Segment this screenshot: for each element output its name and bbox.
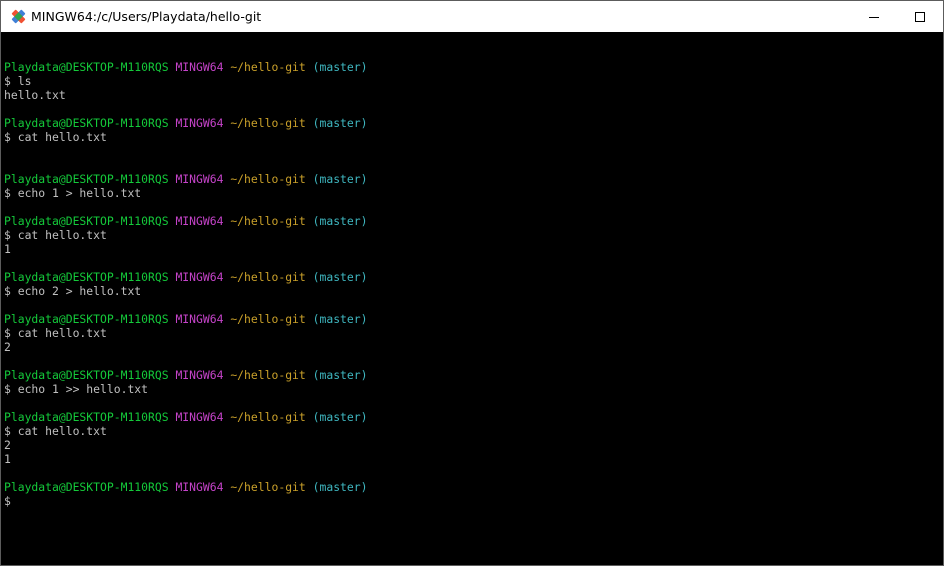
prompt-env: MINGW64 [175, 410, 224, 424]
prompt-line: Playdata@DESKTOP-M110RQS MINGW64 ~/hello… [4, 172, 368, 186]
prompt-branch: (master) [312, 312, 368, 326]
prompt-branch: (master) [312, 172, 368, 186]
prompt-branch: (master) [312, 60, 368, 74]
maximize-button[interactable] [897, 1, 943, 32]
prompt-branch: (master) [312, 480, 368, 494]
command-line: $ cat hello.txt [4, 228, 107, 242]
prompt-branch: (master) [312, 116, 368, 130]
prompt-line: Playdata@DESKTOP-M110RQS MINGW64 ~/hello… [4, 368, 368, 382]
prompt-path: ~/hello-git [230, 312, 306, 326]
prompt-user-host: Playdata@DESKTOP-M110RQS [4, 214, 169, 228]
prompt-branch: (master) [312, 410, 368, 424]
maximize-icon [915, 11, 925, 22]
prompt-user-host: Playdata@DESKTOP-M110RQS [4, 60, 169, 74]
title-bar[interactable]: MINGW64:/c/Users/Playdata/hello-git [1, 1, 943, 32]
terminal-area[interactable]: Playdata@DESKTOP-M110RQS MINGW64 ~/hello… [1, 32, 943, 565]
prompt-env: MINGW64 [175, 270, 224, 284]
prompt-line: Playdata@DESKTOP-M110RQS MINGW64 ~/hello… [4, 214, 368, 228]
prompt-env: MINGW64 [175, 214, 224, 228]
prompt-user-host: Playdata@DESKTOP-M110RQS [4, 410, 169, 424]
output-line: 1 [4, 242, 11, 256]
minimize-icon [869, 16, 879, 18]
prompt-user-host: Playdata@DESKTOP-M110RQS [4, 480, 169, 494]
prompt-env: MINGW64 [175, 312, 224, 326]
prompt-env: MINGW64 [175, 480, 224, 494]
prompt-path: ~/hello-git [230, 480, 306, 494]
prompt-line: Playdata@DESKTOP-M110RQS MINGW64 ~/hello… [4, 410, 368, 424]
prompt-branch: (master) [312, 368, 368, 382]
terminal-output: Playdata@DESKTOP-M110RQS MINGW64 ~/hello… [4, 46, 368, 508]
command-line: $ echo 2 > hello.txt [4, 284, 142, 298]
prompt-branch: (master) [312, 270, 368, 284]
prompt-user-host: Playdata@DESKTOP-M110RQS [4, 368, 169, 382]
command-line: $ echo 1 > hello.txt [4, 186, 142, 200]
output-line: 1 [4, 452, 11, 466]
output-line: 2 [4, 438, 11, 452]
prompt-path: ~/hello-git [230, 116, 306, 130]
prompt-user-host: Playdata@DESKTOP-M110RQS [4, 116, 169, 130]
prompt-env: MINGW64 [175, 172, 224, 186]
prompt-user-host: Playdata@DESKTOP-M110RQS [4, 172, 169, 186]
command-line: $ cat hello.txt [4, 424, 107, 438]
prompt-path: ~/hello-git [230, 60, 306, 74]
prompt-path: ~/hello-git [230, 410, 306, 424]
prompt-path: ~/hello-git [230, 172, 306, 186]
prompt-path: ~/hello-git [230, 368, 306, 382]
prompt-path: ~/hello-git [230, 214, 306, 228]
command-line: $ cat hello.txt [4, 130, 107, 144]
prompt-line: Playdata@DESKTOP-M110RQS MINGW64 ~/hello… [4, 116, 368, 130]
prompt-line: Playdata@DESKTOP-M110RQS MINGW64 ~/hello… [4, 312, 368, 326]
output-line: 2 [4, 340, 11, 354]
command-line: $ echo 1 >> hello.txt [4, 382, 149, 396]
command-line: $ cat hello.txt [4, 326, 107, 340]
prompt-branch: (master) [312, 214, 368, 228]
prompt-env: MINGW64 [175, 368, 224, 382]
prompt-env: MINGW64 [175, 60, 224, 74]
prompt-path: ~/hello-git [230, 270, 306, 284]
prompt-user-host: Playdata@DESKTOP-M110RQS [4, 270, 169, 284]
git-bash-icon [10, 8, 27, 25]
command-line: $ ls [4, 74, 32, 88]
command-line: $ [4, 494, 11, 508]
terminal-window: MINGW64:/c/Users/Playdata/hello-git Play… [0, 0, 944, 566]
prompt-line: Playdata@DESKTOP-M110RQS MINGW64 ~/hello… [4, 270, 368, 284]
prompt-user-host: Playdata@DESKTOP-M110RQS [4, 312, 169, 326]
output-line: hello.txt [4, 88, 66, 102]
minimize-button[interactable] [851, 1, 897, 32]
prompt-line: Playdata@DESKTOP-M110RQS MINGW64 ~/hello… [4, 480, 368, 494]
prompt-env: MINGW64 [175, 116, 224, 130]
window-title: MINGW64:/c/Users/Playdata/hello-git [31, 9, 262, 24]
prompt-line: Playdata@DESKTOP-M110RQS MINGW64 ~/hello… [4, 60, 368, 74]
